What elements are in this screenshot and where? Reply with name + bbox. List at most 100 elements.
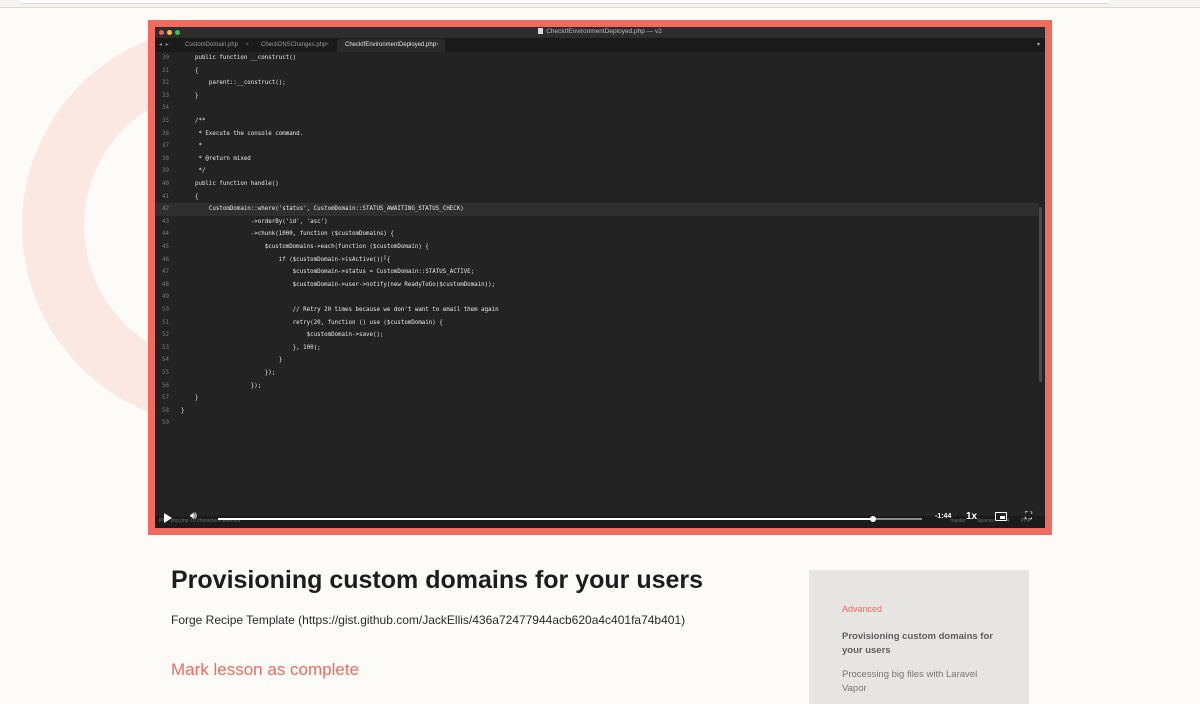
line-number: 53 (162, 344, 169, 351)
playback-speed-button[interactable]: 1x (966, 511, 977, 522)
code-line: 57 } (155, 392, 1039, 405)
code-line: 37 * (155, 140, 1039, 153)
code-line: 33 } (155, 90, 1039, 103)
code-text: $customDomains->each(function ($customDo… (181, 244, 429, 250)
code-line: 55 }); (155, 367, 1039, 380)
code-text: $customDomain->save(); (181, 332, 384, 339)
sidebar-section-title: Advanced (842, 604, 883, 614)
code-line: 47 $customDomain->status = CustomDomain:… (155, 266, 1039, 279)
line-number: 52 (162, 332, 169, 339)
code-line: 44 ->chunk(1000, function ($customDomain… (155, 228, 1039, 241)
code-text: * @return mixed (181, 155, 251, 162)
code-text: if ($customDomain->isActive()) { (181, 256, 391, 263)
editor-scrollbar (1039, 207, 1042, 382)
code-line: 45 $customDomains->each(function ($custo… (155, 241, 1039, 254)
code-line: 50 // Retry 20 times because we don't wa… (155, 304, 1039, 317)
line-number: 49 (162, 294, 169, 301)
lesson-description: Forge Recipe Template (https://gist.gith… (171, 613, 686, 627)
code-line: 31 { (155, 65, 1039, 78)
play-icon[interactable] (164, 513, 172, 523)
video-player[interactable]: CheckIfEnvironmentDeployed.php — v2 ◂ ▸ … (155, 27, 1045, 528)
line-number: 44 (162, 231, 169, 238)
address-bar[interactable] (20, 0, 1110, 4)
fullscreen-icon[interactable]: ⛶ (1025, 511, 1032, 522)
file-icon (538, 28, 544, 34)
code-text: ->orderBy('id', 'asc') (181, 218, 328, 225)
code-text: $customDomain->user->notify(new ReadyToG… (181, 281, 496, 288)
lesson-title: Provisioning custom domains for your use… (171, 566, 704, 594)
code-text: public function __construct() (181, 55, 297, 61)
progress-fill (218, 518, 873, 520)
code-text: { (181, 67, 199, 74)
code-line: 59 (155, 417, 1039, 430)
code-line: 36 * Execute the console command. (155, 128, 1039, 141)
sidebar-item-next-lesson[interactable]: Processing big files with Laravel Vapor (842, 668, 1002, 696)
code-line: 40 public function handle() (155, 178, 1039, 191)
line-number: 41 (162, 193, 169, 200)
code-line: 56 }); (155, 380, 1039, 393)
code-text: }, 100); (181, 344, 321, 351)
player-controls: 🔊︎ -1:44 1x ⛶ (155, 509, 1045, 528)
code-line: 46 if ($customDomain->isActive()) { (155, 254, 1039, 267)
editor-tab-bar: ◂ ▸ CustomDomain.php × CheckDNSChanges.p… (155, 38, 1045, 52)
browser-top-strip (0, 0, 1200, 8)
mark-complete-link[interactable]: Mark lesson as complete (171, 660, 359, 680)
line-number: 55 (162, 370, 169, 376)
line-number: 56 (162, 382, 169, 389)
code-text: } (181, 92, 199, 99)
progress-bar[interactable] (218, 516, 922, 522)
code-line: 35 /** (155, 115, 1039, 128)
line-number: 35 (162, 118, 169, 124)
code-line: 34 (155, 102, 1039, 115)
line-number: 43 (162, 218, 169, 225)
code-text: retry(20, function () use ($customDomain… (181, 319, 443, 326)
code-line: 53 }, 100); (155, 342, 1039, 355)
line-number: 30 (162, 55, 169, 61)
code-line: 43 ->orderBy('id', 'asc') (155, 216, 1039, 229)
tab-label: CustomDomain.php (185, 42, 239, 48)
volume-icon[interactable]: 🔊︎ (190, 510, 197, 523)
code-text: parent::__construct(); (181, 80, 286, 87)
line-number: 45 (162, 244, 169, 250)
progress-handle[interactable] (869, 516, 876, 522)
editor-window-title: CheckIfEnvironmentDeployed.php — v2 (155, 28, 1045, 35)
line-number: 59 (162, 420, 169, 427)
code-text: // Retry 20 times because we don't want … (181, 307, 499, 313)
code-text: public function handle() (181, 181, 279, 187)
time-remaining: -1:44 (935, 513, 952, 520)
code-line: 49 (155, 291, 1039, 304)
code-line: 39 */ (155, 165, 1039, 178)
code-line: 41 { (155, 191, 1039, 204)
line-number: 48 (162, 281, 169, 288)
code-text: * Execute the console command. (181, 130, 304, 137)
code-text: }); (181, 370, 276, 376)
line-number: 42 (162, 206, 169, 213)
line-number: 38 (162, 155, 169, 162)
code-text: { (181, 193, 199, 200)
code-editor: 30 public function __construct() 31 {32 p… (155, 52, 1045, 512)
lesson-sidebar: Advanced Provisioning custom domains for… (809, 570, 1029, 704)
line-number: 40 (162, 181, 169, 187)
tab-check-dns-changes: CheckDNSChanges.php × (253, 39, 335, 52)
code-line: 32 parent::__construct(); (155, 77, 1039, 90)
code-line: 51 retry(20, function () use ($customDom… (155, 317, 1039, 330)
picture-in-picture-icon[interactable] (995, 512, 1007, 521)
line-number: 32 (162, 80, 169, 87)
code-text: } (181, 357, 283, 364)
tab-label: CheckIfEnvironmentDeployed.php (345, 42, 437, 48)
code-text: * (181, 143, 202, 150)
line-number: 34 (162, 105, 169, 112)
line-number: 51 (162, 319, 169, 326)
tab-label: CheckDNSChanges.php (261, 42, 327, 48)
text-cursor-icon: I (384, 255, 386, 262)
line-number: 36 (162, 130, 169, 137)
line-number: 57 (162, 395, 169, 402)
line-number: 39 (162, 168, 169, 175)
code-line: 38 * @return mixed (155, 153, 1039, 166)
chevron-down-icon: ▾ (1036, 42, 1040, 48)
code-text: } (181, 407, 185, 414)
line-number: 37 (162, 143, 169, 150)
sidebar-item-current-lesson[interactable]: Provisioning custom domains for your use… (842, 630, 1002, 658)
tab-check-if-environment-deployed: CheckIfEnvironmentDeployed.php × (337, 39, 445, 52)
tab-nav-arrows-icon: ◂ ▸ (159, 42, 170, 48)
